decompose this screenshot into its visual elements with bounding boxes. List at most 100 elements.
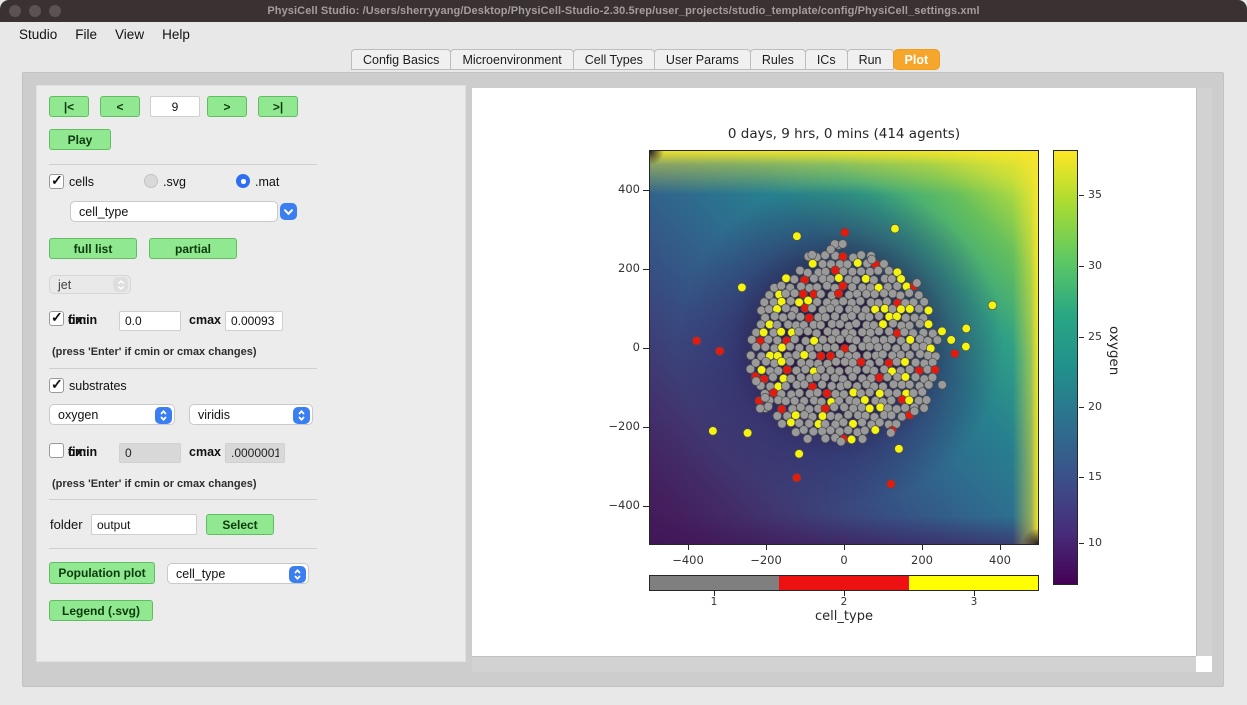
oxygen-colorbar — [1053, 150, 1078, 585]
cell-type-segment-1 — [650, 576, 779, 590]
x-tick-label: −400 — [663, 553, 713, 567]
divider — [49, 499, 317, 500]
prev-frame-button[interactable]: < — [100, 96, 140, 117]
traffic-lights[interactable] — [9, 5, 61, 17]
colorbar-tick-label: 35 — [1088, 188, 1102, 201]
folder-label: folder — [50, 517, 83, 532]
cells-enter-note: (press 'Enter' if cmin or cmax changes) — [52, 346, 257, 358]
y-tick-label: 0 — [600, 340, 640, 354]
tab-run[interactable]: Run — [847, 49, 894, 70]
substrates-cmax-label: cmax — [189, 445, 221, 459]
tab-config-basics[interactable]: Config Basics — [351, 49, 451, 70]
cells-fix-checkbox[interactable]: ✓ — [49, 311, 64, 326]
cells-cmin-input[interactable] — [119, 311, 181, 331]
cell-color-dropdown[interactable]: cell_type — [70, 201, 278, 222]
cell-type-tick-label: 1 — [699, 596, 729, 608]
x-tick-label: 400 — [975, 553, 1025, 567]
cells-checkbox[interactable]: ✓ — [49, 174, 64, 189]
x-tick-label: −200 — [741, 553, 791, 567]
next-frame-button[interactable]: > — [207, 96, 247, 117]
tab-plot[interactable]: Plot — [893, 49, 941, 70]
chevron-down-icon[interactable] — [280, 203, 297, 220]
colorbar-tick-mark — [1079, 337, 1084, 338]
scrollbar-corner — [1196, 656, 1212, 672]
substrates-fix-checkbox[interactable] — [49, 443, 64, 458]
cell-type-tick-label: 2 — [829, 596, 859, 608]
mat-radio-label: .mat — [255, 175, 279, 189]
substrates-checkbox[interactable]: ✓ — [49, 378, 64, 393]
x-tick-label: 200 — [897, 553, 947, 567]
vertical-scrollbar[interactable] — [1196, 88, 1212, 656]
menu-file[interactable]: File — [66, 27, 106, 42]
svg-radio[interactable] — [144, 174, 158, 188]
x-tick-mark — [922, 545, 923, 550]
menu-view[interactable]: View — [106, 27, 153, 42]
x-tick-mark — [688, 545, 689, 550]
colorbar-tick-mark — [1079, 407, 1084, 408]
substrate-colormap-value: viridis — [198, 408, 230, 422]
substrates-cmin-input — [119, 443, 181, 463]
play-button[interactable]: Play — [49, 129, 111, 150]
frame-number-input[interactable] — [150, 96, 200, 117]
first-frame-button[interactable]: |< — [49, 96, 89, 117]
tab-cell-types[interactable]: Cell Types — [573, 49, 655, 70]
maximize-window-icon[interactable] — [49, 5, 61, 17]
checkmark-icon: ✓ — [51, 376, 63, 393]
x-tick-mark — [766, 545, 767, 550]
title-bar: PhysiCell Studio: /Users/sherryyang/Desk… — [0, 0, 1247, 22]
cells-checkbox-label: cells — [69, 175, 94, 189]
stepper-icon — [293, 407, 310, 424]
mat-radio[interactable] — [236, 174, 250, 188]
substrate-colormap-dropdown[interactable]: viridis — [189, 404, 313, 425]
cells-colormap-dropdown: jet — [49, 275, 131, 294]
y-tick-mark — [643, 427, 649, 428]
horizontal-scrollbar[interactable] — [472, 656, 1196, 672]
colorbar-tick-mark — [1079, 477, 1084, 478]
divider — [49, 548, 317, 549]
plot-control-panel: |< < > >| Play ✓ cells .svg .mat cell_ty… — [36, 85, 466, 662]
close-window-icon[interactable] — [9, 5, 21, 17]
cell-type-segment-2 — [779, 576, 908, 590]
menu-bar: Studio File View Help — [0, 22, 1247, 46]
population-plot-button[interactable]: Population plot — [49, 562, 155, 584]
colorbar-tick-mark — [1079, 266, 1084, 267]
y-tick-label: −200 — [600, 419, 640, 433]
cell-type-segment-3 — [909, 576, 1038, 590]
stepper-icon — [113, 277, 128, 292]
legend-svg-button[interactable]: Legend (.svg) — [49, 600, 153, 621]
colorbar-tick-mark — [1079, 543, 1084, 544]
colorbar-tick-label: 10 — [1088, 536, 1102, 549]
cell-type-colorbar — [649, 575, 1039, 591]
tab-ics[interactable]: ICs — [805, 49, 848, 70]
plot-title: 0 days, 9 hrs, 0 mins (414 agents) — [532, 126, 1156, 142]
tab-rules[interactable]: Rules — [750, 49, 806, 70]
tab-user-params[interactable]: User Params — [654, 49, 751, 70]
y-tick-label: 200 — [600, 261, 640, 275]
window-title: PhysiCell Studio: /Users/sherryyang/Desk… — [267, 5, 979, 17]
cells-cmax-input[interactable] — [225, 311, 283, 331]
checkmark-icon: ✓ — [51, 172, 63, 189]
full-list-button[interactable]: full list — [49, 238, 137, 259]
y-tick-mark — [643, 348, 649, 349]
partial-button[interactable]: partial — [149, 238, 237, 259]
colorbar-tick-label: 30 — [1088, 259, 1102, 272]
substrate-dropdown[interactable]: oxygen — [49, 404, 175, 425]
divider — [49, 368, 317, 369]
svg-radio-label: .svg — [163, 175, 186, 189]
folder-input[interactable] — [91, 514, 197, 535]
x-tick-label: 0 — [819, 553, 869, 567]
last-frame-button[interactable]: >| — [258, 96, 298, 117]
population-dropdown[interactable]: cell_type — [167, 563, 309, 584]
cells-cmax-label: cmax — [189, 313, 221, 327]
tab-microenvironment[interactable]: Microenvironment — [450, 49, 573, 70]
minimize-window-icon[interactable] — [29, 5, 41, 17]
plot-canvas-panel: 0 days, 9 hrs, 0 mins (414 agents) 400 2… — [472, 88, 1196, 656]
folder-select-button[interactable]: Select — [206, 514, 274, 535]
tab-bar: Config Basics Microenvironment Cell Type… — [352, 49, 940, 70]
y-tick-mark — [643, 506, 649, 507]
menu-studio[interactable]: Studio — [10, 27, 66, 42]
menu-help[interactable]: Help — [153, 27, 199, 42]
substrates-enter-note: (press 'Enter' if cmin or cmax changes) — [52, 478, 257, 490]
population-dropdown-value: cell_type — [176, 567, 225, 581]
x-tick-mark — [1000, 545, 1001, 550]
